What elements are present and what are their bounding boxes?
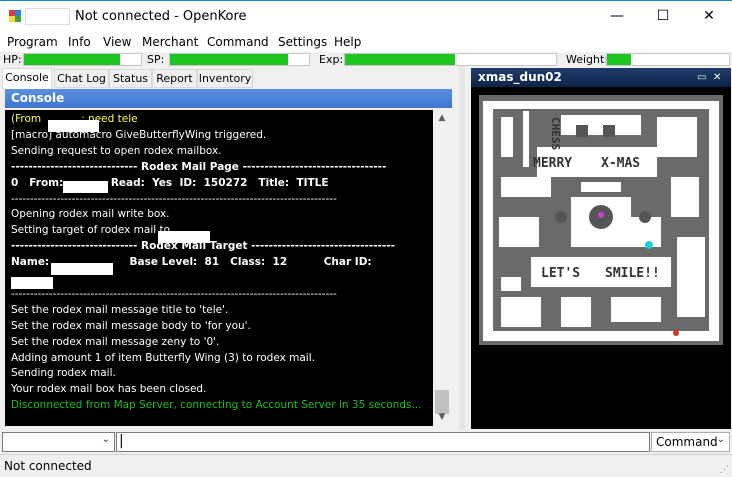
portal-marker-icon — [673, 330, 679, 336]
console-line: ----------------------------------------… — [11, 287, 337, 300]
map-label-smile: SMILE!! — [605, 266, 660, 281]
status-bar: Not connected ⋰ — [0, 454, 732, 477]
tab-status[interactable]: Status — [109, 69, 152, 88]
menu-command[interactable]: Command — [207, 35, 269, 49]
console-line: ----------------------------- Rodex Mail… — [11, 160, 387, 173]
sp-label: SP: — [147, 53, 165, 66]
map-label-merry: MERRY — [533, 156, 572, 171]
console-line: Your rodex mail box has been closed. — [11, 383, 207, 396]
close-button[interactable]: ✕ — [686, 1, 732, 32]
exp-bar — [344, 53, 557, 66]
map-header: xmas_dun02 ▭ ✕ — [471, 68, 731, 87]
exp-fill — [345, 54, 455, 65]
tab-console[interactable]: Console — [2, 68, 52, 89]
menu-settings[interactable]: Settings — [278, 35, 327, 49]
console-line: Disconnected from Map Server, connecting… — [11, 399, 422, 412]
text-cursor: | — [119, 433, 124, 449]
input-row: ⌄ | Command ⌄ — [0, 431, 732, 453]
console-line: ----------------------------------------… — [11, 192, 337, 205]
map-label-lets: LET'S — [541, 266, 580, 281]
weight-label: Weight: — [566, 53, 609, 66]
tab-report[interactable]: Report — [152, 69, 197, 88]
menu-view[interactable]: View — [103, 35, 131, 49]
status-text: Not connected — [4, 459, 92, 473]
hp-bar — [23, 53, 142, 66]
map-void — [479, 349, 723, 429]
console-line: Adding amount 1 of item Butterfly Wing (… — [11, 351, 315, 364]
console-output: (From : need tele [macro] automacro GiveB… — [5, 110, 433, 426]
scroll-down-icon[interactable]: ▼ — [433, 409, 451, 426]
exp-label: Exp: — [319, 53, 344, 66]
weight-bar — [606, 53, 730, 66]
resize-grip-icon[interactable]: ⋰ — [720, 465, 729, 475]
command-input[interactable]: | — [116, 432, 650, 452]
title-bar: Not connected - OpenKore — ☐ ✕ — [0, 0, 732, 32]
console-line: Set the rodex mail message zeny to '0'. — [11, 335, 220, 348]
command-mode-value: Command — [656, 435, 718, 449]
hp-label: HP: — [3, 53, 22, 66]
weight-fill — [607, 54, 632, 65]
map-label-xmas: X-MAS — [601, 156, 640, 171]
window-title: Not connected - OpenKore — [75, 9, 247, 24]
command-mode-select[interactable]: Command ⌄ — [651, 432, 730, 452]
redacted-name — [158, 231, 210, 243]
redacted-name — [63, 181, 108, 193]
map-canvas[interactable]: MERRY X-MAS LET'S SMILE!! CHESS — [471, 87, 731, 429]
console-scrollbar[interactable]: ▲ ▼ — [433, 110, 451, 426]
target-select[interactable]: ⌄ — [2, 432, 115, 452]
map-view[interactable]: MERRY X-MAS LET'S SMILE!! CHESS — [471, 87, 731, 429]
tab-chat-log[interactable]: Chat Log — [54, 69, 109, 88]
console-line: 0 From: Read: Yes ID: 150272 Title: TITL… — [11, 176, 329, 189]
chevron-down-icon[interactable]: ⌄ — [102, 434, 110, 445]
stat-bars: HP: SP: Exp: Weight: — [0, 52, 732, 68]
console-line: Sending request to open rodex mailbox. — [11, 144, 222, 157]
console-line: Opening rodex mail write box. — [11, 208, 170, 221]
hp-fill — [24, 54, 120, 65]
openkore-app-icon[interactable] — [9, 10, 22, 23]
map-label-chess: CHESS — [549, 117, 562, 150]
menu-info[interactable]: Info — [68, 35, 91, 49]
chevron-down-icon[interactable]: ⌄ — [717, 434, 725, 445]
sp-fill — [170, 54, 289, 65]
sp-bar — [169, 53, 310, 66]
redacted-char-id — [11, 277, 53, 289]
map-name: xmas_dun02 — [478, 70, 562, 84]
redacted-title-block — [25, 8, 70, 25]
menu-merchant[interactable]: Merchant — [142, 35, 198, 49]
scroll-up-icon[interactable]: ▲ — [433, 110, 451, 127]
map-close-icon[interactable]: ✕ — [713, 68, 721, 87]
panel-splitter[interactable] — [459, 66, 465, 430]
map-maximize-icon[interactable]: ▭ — [697, 68, 706, 87]
player-marker-icon — [645, 241, 653, 249]
menu-program[interactable]: Program — [7, 35, 58, 49]
maximize-button[interactable]: ☐ — [640, 1, 686, 32]
console-line: Sending rodex mail. — [11, 367, 116, 380]
npc-marker-icon — [598, 212, 604, 218]
console-line: Set the rodex mail message body to 'for … — [11, 319, 251, 332]
minimize-button[interactable]: — — [594, 1, 640, 32]
menu-bar: Program Info View Merchant Command Setti… — [0, 32, 732, 52]
redacted-name — [51, 263, 113, 275]
redacted-name — [48, 120, 99, 132]
console-header: Console — [5, 89, 452, 108]
tab-inventory[interactable]: Inventory — [197, 69, 253, 88]
console-line: Set the rodex mail message title to 'tel… — [11, 303, 229, 316]
menu-help[interactable]: Help — [334, 35, 361, 49]
